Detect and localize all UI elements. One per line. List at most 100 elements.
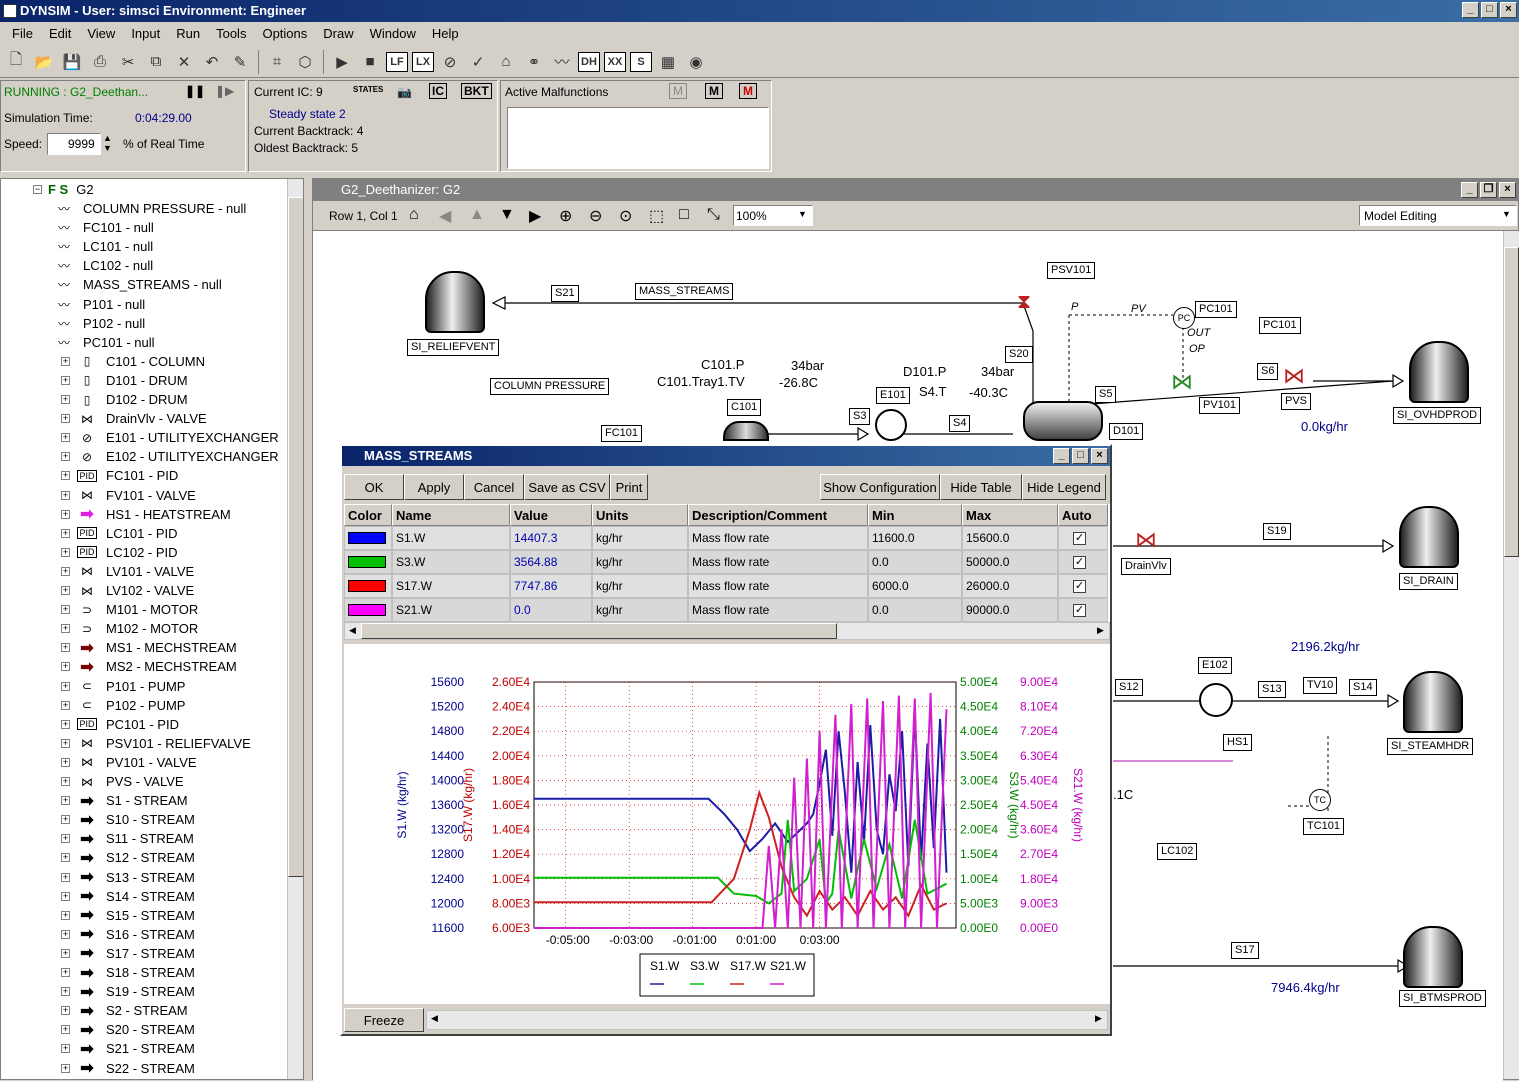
tag-si-ovhdprod[interactable]: SI_OVHDPROD: [1393, 407, 1482, 424]
tree-item[interactable]: 〰 FC101 - null: [53, 218, 154, 237]
cell-value[interactable]: 7747.86: [510, 574, 592, 598]
tree-item[interactable]: 〰 P102 - null: [53, 314, 145, 333]
si-btmsprod-vessel[interactable]: [1403, 926, 1463, 988]
expand-icon[interactable]: +: [61, 490, 70, 500]
lx-button[interactable]: LX: [412, 51, 434, 72]
tree-item[interactable]: + ⊘ E101 - UTILITYEXCHANGER: [61, 428, 279, 447]
undo-icon[interactable]: ↶: [200, 50, 224, 74]
tree-item[interactable]: + ➡ S17 - STREAM: [61, 944, 195, 963]
tree-item[interactable]: + ⋈ PV101 - VALVE: [61, 753, 197, 772]
zoom-select[interactable]: 100% ▼: [733, 205, 813, 226]
tag-pc101[interactable]: PC101: [1195, 301, 1237, 318]
show-configuration-button[interactable]: Show Configuration: [820, 474, 940, 500]
square-icon[interactable]: □: [679, 206, 689, 224]
scroll-right-icon[interactable]: ▶: [1095, 1013, 1102, 1024]
tree-item[interactable]: 〰 COLUMN PRESSURE - null: [53, 199, 246, 218]
tree-item[interactable]: + PID LC102 - PID: [61, 543, 178, 562]
series-color-swatch[interactable]: [348, 580, 386, 592]
tag-s13[interactable]: S13: [1258, 681, 1286, 698]
flowsheet-scroll-thumb[interactable]: [1504, 247, 1519, 557]
tree-item[interactable]: + ⊂ P101 - PUMP: [61, 677, 185, 696]
expand-icon[interactable]: +: [61, 738, 70, 748]
tree-item[interactable]: + ⋈ PSV101 - RELIEFVALVE: [61, 734, 251, 753]
expand-icon[interactable]: +: [61, 987, 70, 997]
tree-item[interactable]: + ➡ MS1 - MECHSTREAM: [61, 638, 237, 657]
tree-scroll-thumb[interactable]: [288, 197, 303, 877]
expand-icon[interactable]: +: [61, 948, 70, 958]
tree-item[interactable]: + ➡ S11 - STREAM: [61, 829, 194, 848]
mode-select[interactable]: Model Editing ▼: [1359, 205, 1517, 226]
tag-column-pressure[interactable]: COLUMN PRESSURE: [490, 378, 610, 395]
cell-min[interactable]: 0.0: [868, 550, 962, 574]
expand-icon[interactable]: +: [61, 1025, 70, 1035]
apply-button[interactable]: Apply: [404, 474, 464, 500]
cell-units[interactable]: kg/hr: [592, 526, 688, 550]
speed-input[interactable]: 9999: [47, 133, 101, 155]
tree-item[interactable]: + ⋈ PVS - VALVE: [61, 772, 184, 791]
scroll-left-icon[interactable]: ◀: [349, 625, 356, 636]
expand-icon[interactable]: +: [61, 643, 70, 653]
cancel-button[interactable]: Cancel: [464, 474, 524, 500]
cell-color[interactable]: [344, 574, 392, 598]
expand-icon[interactable]: +: [61, 375, 70, 385]
tree-item[interactable]: + ➡ S14 - STREAM: [61, 887, 195, 906]
tree-item[interactable]: 〰 P101 - null: [53, 295, 145, 314]
dh-button[interactable]: DH: [578, 51, 600, 72]
tree-item[interactable]: + ▯ D102 - DRUM: [61, 390, 188, 409]
tree-root[interactable]: − F S G2: [33, 180, 94, 199]
expand-icon[interactable]: +: [61, 547, 70, 557]
collapse-icon[interactable]: −: [33, 185, 42, 194]
col-description[interactable]: Description/Comment: [688, 504, 868, 526]
print-button[interactable]: Print: [610, 474, 648, 500]
col-min[interactable]: Min: [868, 504, 962, 526]
hide-legend-button[interactable]: Hide Legend: [1022, 474, 1106, 500]
tag-si-steamhdr[interactable]: SI_STEAMHDR: [1387, 738, 1474, 755]
bkt-button[interactable]: BKT: [461, 83, 492, 99]
cell-min[interactable]: 0.0: [868, 598, 962, 622]
close-button[interactable]: ×: [1500, 2, 1517, 18]
expand-icon[interactable]: +: [61, 681, 70, 691]
expand-icon[interactable]: +: [61, 395, 70, 404]
tree-item[interactable]: + ➡ HS1 - HEATSTREAM: [61, 505, 231, 524]
auto-checkbox[interactable]: ✓: [1073, 580, 1086, 593]
expand-icon[interactable]: +: [61, 719, 70, 729]
check-icon[interactable]: ✓: [466, 50, 490, 74]
tag-drainvlv[interactable]: DrainVlv: [1121, 558, 1171, 575]
tree-item[interactable]: + ⊃ M101 - MOTOR: [61, 600, 198, 619]
cell-units[interactable]: kg/hr: [592, 598, 688, 622]
col-units[interactable]: Units: [592, 504, 688, 526]
delete-icon[interactable]: ✕: [172, 50, 196, 74]
tree-item[interactable]: + ▯ D101 - DRUM: [61, 371, 188, 390]
expand-icon[interactable]: +: [61, 910, 70, 920]
freeze-button[interactable]: Freeze: [344, 1008, 424, 1032]
tag-s19[interactable]: S19: [1263, 523, 1291, 540]
tag-pc101-trend[interactable]: PC101: [1259, 317, 1301, 334]
cancel-circle-icon[interactable]: ⊘: [438, 50, 462, 74]
tag-s3[interactable]: S3: [849, 408, 871, 425]
expand-icon[interactable]: +: [61, 586, 70, 595]
tag-hs1[interactable]: HS1: [1223, 734, 1253, 751]
col-color[interactable]: Color: [344, 504, 392, 526]
table-hscrollbar[interactable]: ◀ ▶: [344, 622, 1110, 640]
col-auto[interactable]: Auto: [1058, 504, 1108, 526]
tree-item[interactable]: + ➡ S1 - STREAM: [61, 791, 188, 810]
tree-item[interactable]: + ➡ S13 - STREAM: [61, 868, 195, 887]
cell-auto[interactable]: ✓: [1058, 526, 1108, 550]
s-button[interactable]: S: [630, 51, 652, 72]
cell-units[interactable]: kg/hr: [592, 574, 688, 598]
expand-icon[interactable]: +: [61, 452, 70, 462]
cell-color[interactable]: [344, 598, 392, 622]
col-value[interactable]: Value: [510, 504, 592, 526]
cut-icon[interactable]: ✂: [116, 50, 140, 74]
expand-icon[interactable]: +: [61, 605, 70, 615]
zoom-fit-icon[interactable]: ⊙: [619, 206, 632, 226]
tree-item[interactable]: 〰 MASS_STREAMS - null: [53, 275, 222, 294]
expand-icon[interactable]: +: [61, 566, 70, 576]
tree-item[interactable]: + ⊃ M102 - MOTOR: [61, 619, 198, 638]
cell-min[interactable]: 6000.0: [868, 574, 962, 598]
cell-description[interactable]: Mass flow rate: [688, 598, 868, 622]
tag-s5[interactable]: S5: [1095, 386, 1117, 403]
tag-e102[interactable]: E102: [1198, 657, 1232, 674]
dialog-close-button[interactable]: ×: [1091, 448, 1108, 464]
scroll-left-icon[interactable]: ◀: [431, 1013, 438, 1024]
